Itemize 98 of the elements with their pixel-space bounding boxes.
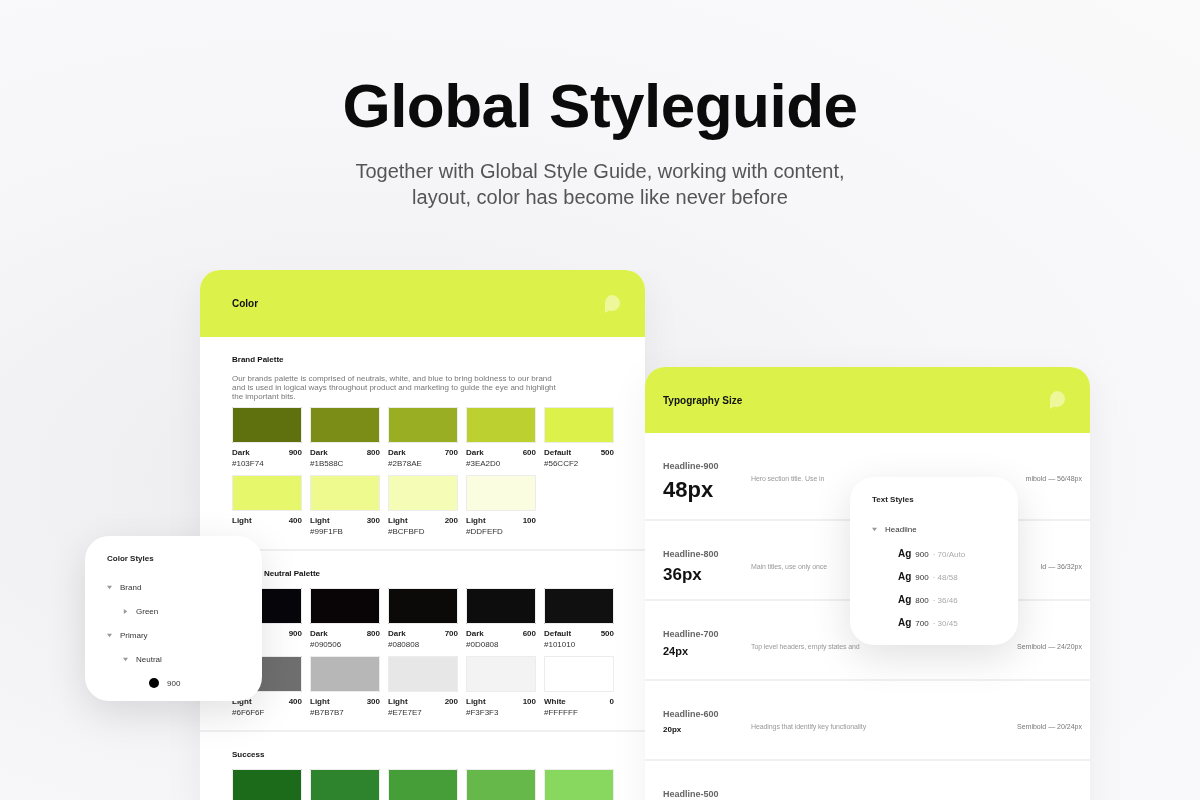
swatch-hex: #080808: [388, 640, 421, 650]
swatch-name: White: [544, 697, 566, 707]
caret-icon[interactable]: [872, 526, 877, 532]
swatch-step: 100: [522, 516, 536, 526]
swatch-name: Default: [544, 448, 572, 458]
swatch-step: 500: [600, 629, 614, 639]
swatch-name: Dark: [466, 629, 484, 639]
font-size: 24px: [663, 645, 690, 657]
tree-item[interactable]: Primary: [120, 630, 148, 640]
caret-icon[interactable]: [123, 608, 128, 614]
swatch-hex: #56CCF2: [544, 459, 580, 469]
swatch-hex: #6F6F6F: [232, 708, 266, 718]
swatch-name: Dark: [310, 448, 328, 458]
swatch-name: Light: [310, 516, 330, 526]
card-title: Typography Size: [663, 394, 743, 406]
swatch-step: 300: [366, 516, 380, 526]
swatch-hex: #99F1FB: [310, 527, 344, 537]
section-title: Neutral Palette: [263, 569, 322, 578]
swatch-name: Light: [232, 516, 252, 526]
type-sample: Ag: [898, 571, 912, 582]
tree-item[interactable]: Neutral: [136, 654, 162, 664]
swatch-step: 200: [444, 516, 458, 526]
swatch-step: 400: [288, 516, 302, 526]
swatch-hex: #E7E7E7: [388, 708, 423, 718]
logo-icon: [603, 293, 621, 314]
logo-icon: [1048, 390, 1066, 410]
panel-title: Text Styles: [872, 495, 915, 504]
swatch-step: 900: [288, 629, 302, 639]
type-sample: Ag: [898, 548, 912, 559]
style-name: Headline-600: [663, 709, 720, 719]
font-weight[interactable]: 900: [915, 573, 929, 582]
swatch-hex: #101010: [544, 640, 577, 650]
swatch-name: Dark: [310, 629, 328, 639]
caret-icon[interactable]: [107, 632, 112, 638]
swatch-name: Light: [388, 697, 408, 707]
swatch-name: Default: [544, 629, 572, 639]
swatch-name: Dark: [466, 448, 484, 458]
swatch-step: 600: [522, 629, 536, 639]
swatch-step: 700: [444, 448, 458, 458]
font-weight[interactable]: 900: [915, 550, 929, 559]
line-height-detail: · 36/46: [932, 596, 958, 605]
swatch-step: 700: [444, 629, 458, 639]
page-subtitle: Together with Global Style Guide, working with content, layout, color has become like never before: [354, 159, 846, 210]
line-height-detail: · 30/45: [932, 619, 958, 628]
swatch-hex: #DDFEFD: [466, 527, 504, 537]
swatch-step: 200: [444, 697, 458, 707]
swatch-step: 500: [600, 448, 614, 458]
swatch-name: Dark: [388, 629, 406, 639]
font-size: 36px: [663, 565, 703, 585]
swatch-step: 100: [522, 697, 536, 707]
section-description: Our brands palette is comprised of neutrals, white, and blue to bring boldness to our brand and is used in logical ways throughout product and marketing to guide the eye and highlight the important bits.: [232, 374, 557, 401]
swatch-name: Dark: [232, 448, 250, 458]
type-sample: Ag: [898, 594, 912, 605]
swatch-hex: #3EA2D0: [466, 459, 502, 469]
swatch-name: Light: [466, 697, 486, 707]
swatch-step: 800: [366, 448, 380, 458]
swatch-step: 800: [366, 629, 380, 639]
swatch-hex: #0D0808: [466, 640, 500, 650]
line-height-detail: · 48/58: [932, 573, 958, 582]
swatch-step: 900: [288, 448, 302, 458]
swatch-name: Light: [466, 516, 486, 526]
swatch-hex: #BCFBFD: [388, 527, 426, 537]
swatch-step: 300: [366, 697, 380, 707]
swatch-name: Light: [310, 697, 330, 707]
style-name: Headline-800: [663, 549, 720, 559]
swatch-hex: #1B588C: [310, 459, 345, 469]
type-sample: Ag: [898, 617, 912, 628]
section-title: Success: [232, 750, 266, 759]
caret-icon[interactable]: [107, 584, 112, 590]
swatch-step: 400: [288, 697, 302, 707]
swatch-name: Light: [232, 697, 252, 707]
swatch-hex: #B7B7B7: [310, 708, 345, 718]
swatch-hex: #103F74: [232, 459, 265, 469]
line-height-detail: · 70/Auto: [932, 550, 966, 559]
font-size: 20px: [663, 725, 683, 734]
swatch-step: 0: [609, 697, 614, 707]
font-size: 48px: [663, 477, 715, 503]
style-name: Headline-700: [663, 629, 720, 639]
swatch-hex: #FFFFFF: [544, 708, 579, 718]
swatch-hex: #090506: [310, 640, 343, 650]
page-title: Global Styleguide: [342, 70, 858, 142]
card-title: Color: [232, 298, 259, 309]
font-weight[interactable]: 800: [915, 596, 929, 605]
tree-item[interactable]: Green: [136, 606, 159, 616]
style-name: Headline-900: [663, 461, 720, 471]
caret-icon[interactable]: [123, 656, 128, 662]
tree-item[interactable]: Headline: [885, 524, 917, 534]
panel-title: Color Styles: [107, 554, 155, 563]
swatch-step: 600: [522, 448, 536, 458]
section-title: Brand Palette: [232, 355, 285, 364]
swatch-hex: #2B78AE: [388, 459, 423, 469]
style-name: Headline-500: [663, 789, 720, 799]
style-label[interactable]: 900: [167, 678, 181, 688]
tree-item[interactable]: Brand: [120, 582, 142, 592]
swatch-name: Dark: [388, 448, 406, 458]
swatch-hex: #F3F3F3: [466, 708, 500, 718]
swatch-name: Light: [388, 516, 408, 526]
font-weight[interactable]: 700: [915, 619, 929, 628]
